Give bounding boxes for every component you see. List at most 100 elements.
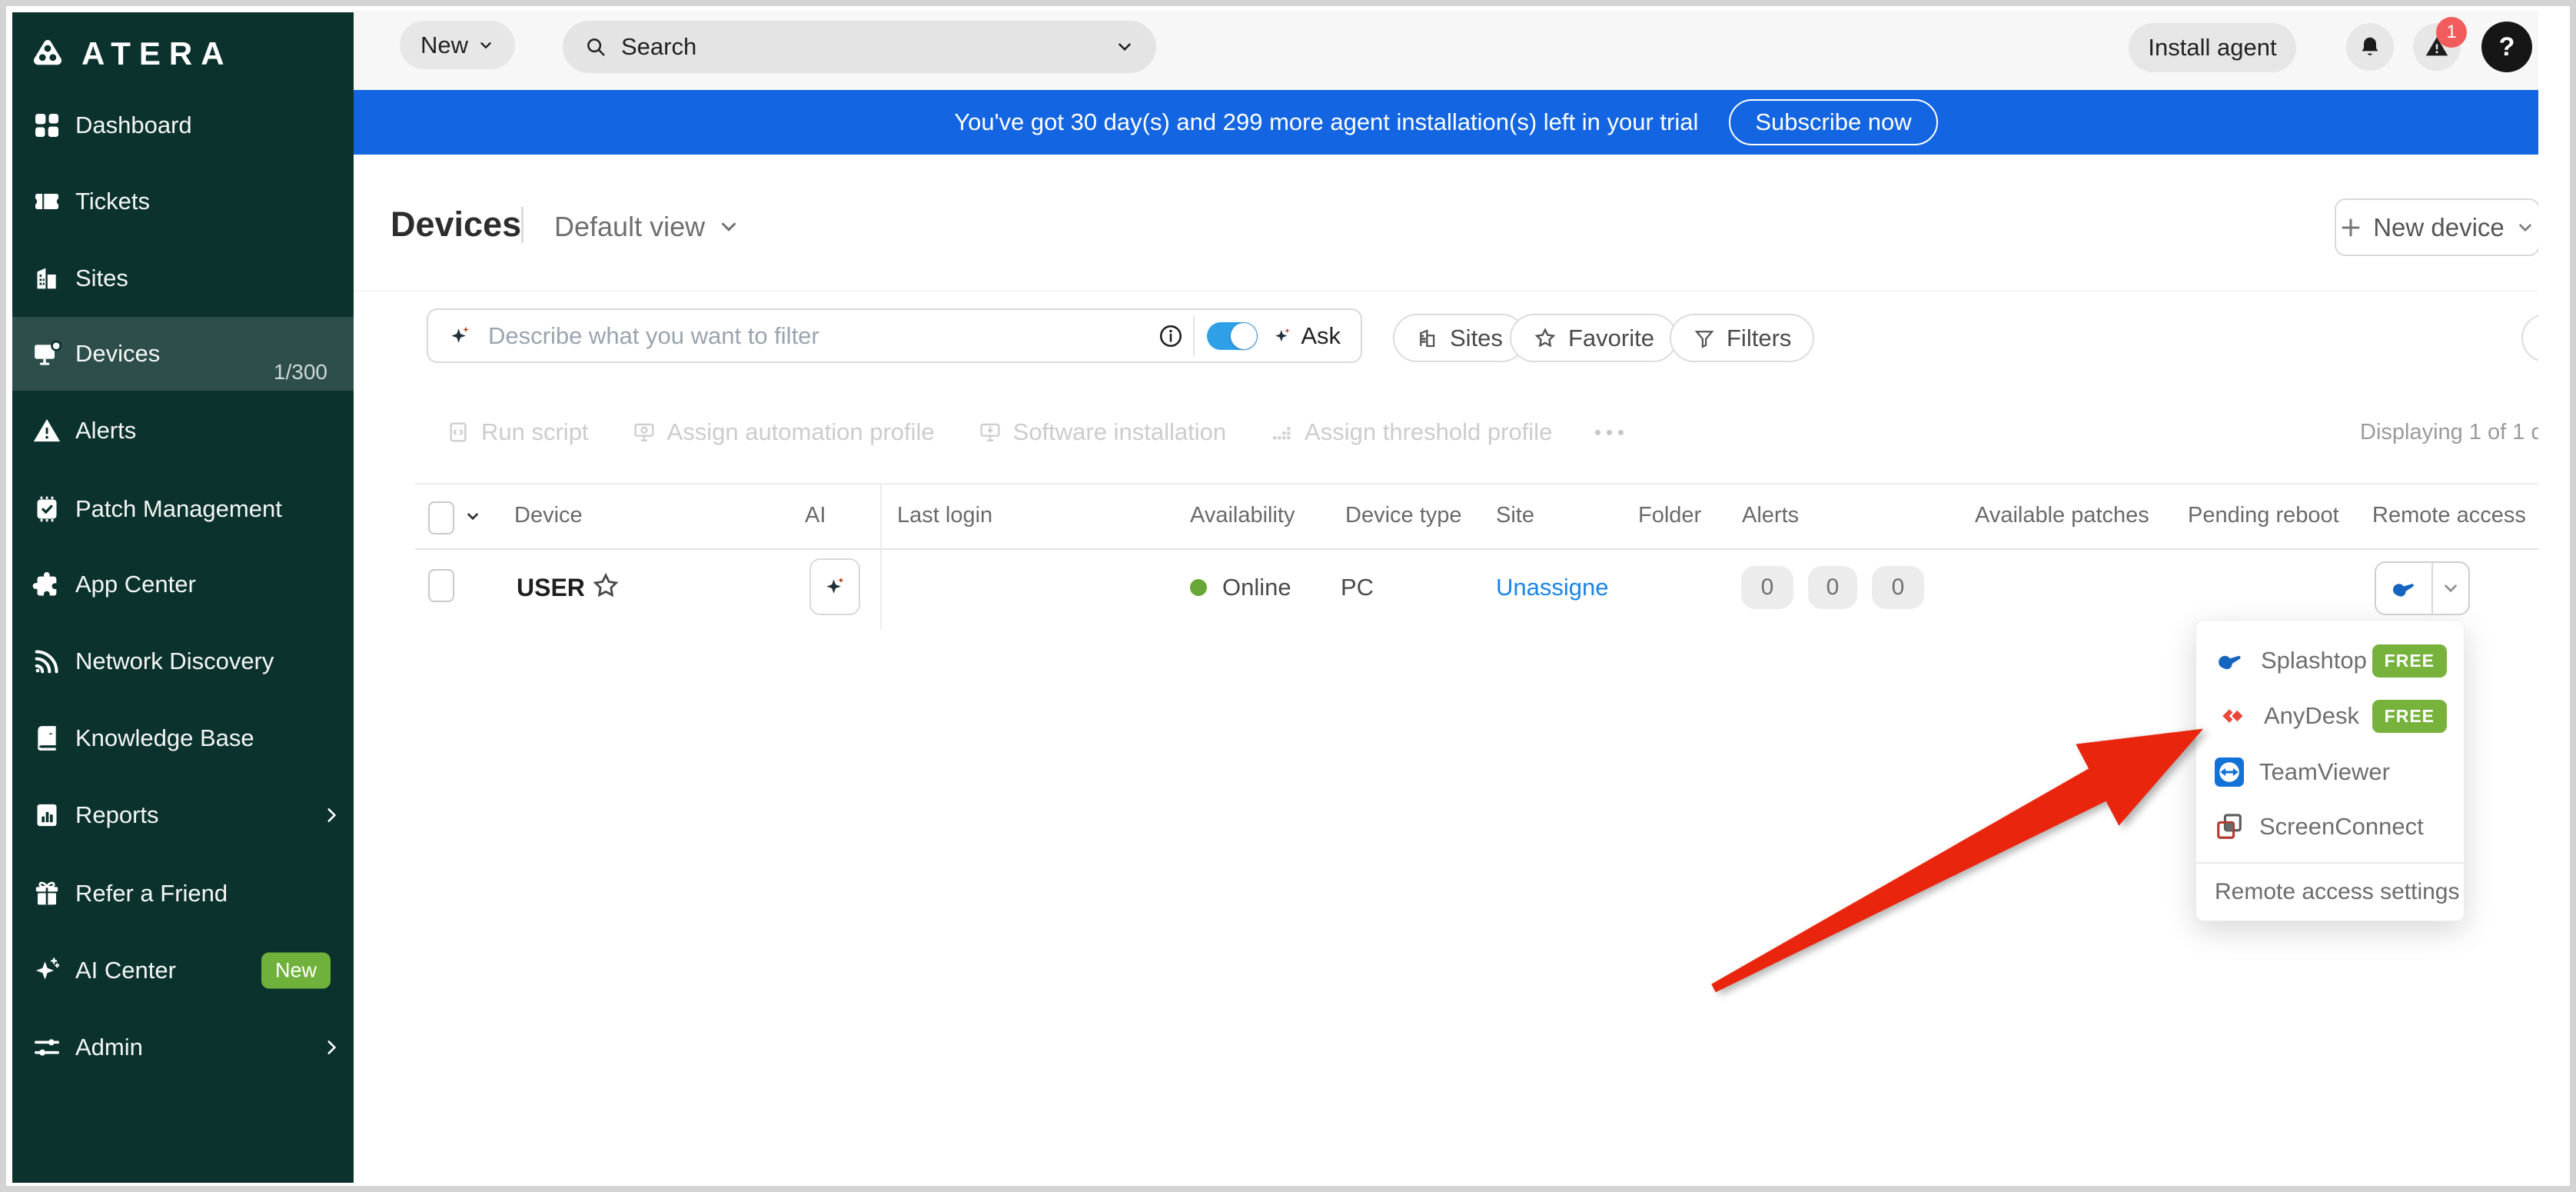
- sidebar-item-tickets[interactable]: Tickets: [12, 165, 354, 238]
- col-header-last-login[interactable]: Last login: [897, 503, 992, 528]
- notifications-bell-button[interactable]: [2346, 23, 2394, 71]
- availability-value: Online: [1222, 574, 1291, 601]
- menu-item-label: Splashtop: [2261, 647, 2367, 674]
- filter-input[interactable]: [487, 321, 1148, 351]
- col-header-availability[interactable]: Availability: [1190, 503, 1295, 528]
- more-actions-icon[interactable]: [1595, 430, 1624, 435]
- col-header-device-type[interactable]: Device type: [1345, 503, 1462, 528]
- select-all-checkbox[interactable]: [428, 501, 454, 534]
- sidebar-item-reports[interactable]: Reports: [12, 778, 354, 852]
- patch-icon: [32, 494, 62, 524]
- sidebar-item-label: Refer a Friend: [75, 880, 228, 907]
- sidebar-item-label: Reports: [75, 801, 159, 829]
- ai-filter-bar: Ask: [427, 308, 1362, 363]
- sidebar-item-alerts[interactable]: Alerts: [12, 394, 354, 468]
- sidebar-item-admin[interactable]: Admin: [12, 1011, 354, 1084]
- col-header-alerts[interactable]: Alerts: [1742, 503, 1799, 528]
- col-header-remote-access[interactable]: Remote access: [2372, 503, 2526, 528]
- favorite-star-icon[interactable]: [590, 571, 621, 601]
- run-script-action[interactable]: Run script: [446, 418, 589, 446]
- sidebar-item-dashboard[interactable]: Dashboard: [12, 88, 354, 162]
- bulk-actions-toolbar: Run script Assign automation profile Sof…: [446, 408, 1624, 457]
- install-agent-label: Install agent: [2148, 34, 2276, 62]
- splashtop-connect-button[interactable]: [2376, 563, 2431, 614]
- install-agent-button[interactable]: Install agent: [2129, 23, 2296, 72]
- sidebar-item-refer-a-friend[interactable]: Refer a Friend: [12, 857, 354, 931]
- subscribe-now-button[interactable]: Subscribe now: [1729, 99, 1937, 145]
- remote-access-split-button: [2375, 561, 2470, 615]
- sidebar-item-patch-management[interactable]: Patch Management: [12, 472, 354, 546]
- script-icon: [446, 420, 470, 445]
- alert-count-badge: 0: [1872, 566, 1924, 609]
- menu-item-anydesk[interactable]: AnyDesk FREE: [2196, 688, 2464, 744]
- menu-divider: [2196, 862, 2464, 864]
- remote-access-dropdown-toggle[interactable]: [2433, 563, 2468, 614]
- select-dropdown-chevron-icon[interactable]: [463, 506, 483, 526]
- sidebar-item-devices[interactable]: Devices 1/300: [12, 317, 354, 391]
- info-icon[interactable]: [1158, 323, 1184, 349]
- col-header-site[interactable]: Site: [1496, 503, 1534, 528]
- assign-automation-action[interactable]: Assign automation profile: [632, 418, 935, 446]
- assign-threshold-action[interactable]: Assign threshold profile: [1269, 418, 1552, 446]
- sidebar-item-label: Network Discovery: [75, 648, 274, 675]
- notification-count-badge: 1: [2436, 17, 2467, 48]
- menu-item-label: TeamViewer: [2259, 758, 2390, 786]
- building-icon: [32, 263, 62, 294]
- splashtop-icon: [2389, 575, 2418, 601]
- free-badge: FREE: [2372, 700, 2447, 733]
- app-window: ATERA Dashboard Tickets Sites Devices 1/…: [6, 6, 2570, 1186]
- menu-item-screenconnect[interactable]: ScreenConnect: [2196, 799, 2464, 854]
- col-header-folder[interactable]: Folder: [1638, 503, 1701, 528]
- puzzle-icon: [32, 569, 62, 600]
- col-header-available-patches[interactable]: Available patches: [1975, 503, 2149, 528]
- menu-item-splashtop[interactable]: Splashtop FREE: [2196, 633, 2464, 688]
- free-badge: FREE: [2372, 644, 2447, 678]
- splashtop-icon: [2215, 647, 2245, 674]
- remote-access-settings-link[interactable]: Remote access settings: [2215, 879, 2459, 905]
- sidebar-item-label: App Center: [75, 571, 196, 598]
- sidebar-item-sites[interactable]: Sites: [12, 241, 354, 315]
- trial-message: You've got 30 day(s) and 299 more agent …: [954, 108, 1698, 136]
- row-checkbox[interactable]: [428, 569, 454, 602]
- brand-logo[interactable]: ATERA: [31, 35, 233, 72]
- sites-filter-button[interactable]: Sites: [1393, 314, 1526, 362]
- sidebar-item-app-center[interactable]: App Center: [12, 548, 354, 621]
- view-selector[interactable]: Default view: [554, 211, 740, 243]
- dashboard-icon: [32, 110, 62, 141]
- sparkle-icon: [32, 955, 62, 986]
- global-search[interactable]: Search: [563, 21, 1156, 73]
- col-header-ai[interactable]: AI: [805, 503, 826, 528]
- row-ai-button[interactable]: [809, 558, 860, 615]
- threshold-profile-icon: [1269, 420, 1294, 445]
- col-header-device[interactable]: Device: [514, 503, 583, 528]
- scrollbar-gutter[interactable]: [2538, 6, 2570, 1186]
- filters-button[interactable]: Filters: [1670, 314, 1814, 362]
- help-button[interactable]: ?: [2481, 22, 2532, 72]
- device-name-link[interactable]: USER: [517, 574, 585, 602]
- new-device-button[interactable]: New device: [2335, 198, 2540, 256]
- chevron-down-icon[interactable]: [1115, 37, 1135, 57]
- trial-banner: You've got 30 day(s) and 299 more agent …: [354, 90, 2538, 155]
- sidebar-item-label: Alerts: [75, 417, 136, 445]
- software-installation-action[interactable]: Software installation: [978, 418, 1226, 446]
- menu-item-teamviewer[interactable]: TeamViewer: [2196, 744, 2464, 800]
- site-unassigned-link[interactable]: Unassigne: [1496, 574, 1608, 601]
- sidebar-item-ai-center[interactable]: AI Center New: [12, 934, 354, 1007]
- sidebar-item-knowledge-base[interactable]: Knowledge Base: [12, 701, 354, 775]
- brand-wordmark: ATERA: [81, 35, 233, 72]
- automation-profile-icon: [632, 420, 656, 445]
- search-icon: [584, 35, 607, 58]
- alert-count-badge: 0: [1808, 566, 1857, 609]
- new-dropdown-button[interactable]: New: [400, 21, 515, 69]
- table-top-border: [415, 483, 2538, 484]
- col-header-pending-reboot[interactable]: Pending reboot: [2188, 503, 2339, 528]
- chevron-down-icon: [2515, 218, 2535, 238]
- favorite-filter-button[interactable]: Favorite: [1510, 314, 1677, 362]
- sidebar-item-network-discovery[interactable]: Network Discovery: [12, 624, 354, 698]
- run-script-label: Run script: [481, 418, 589, 446]
- ask-ai-toggle[interactable]: [1207, 322, 1258, 350]
- sidebar-item-label: Sites: [75, 265, 128, 292]
- chevron-down-icon: [477, 37, 494, 54]
- page-title: Devices: [391, 205, 521, 245]
- alerts-bell-button[interactable]: 1: [2413, 23, 2461, 71]
